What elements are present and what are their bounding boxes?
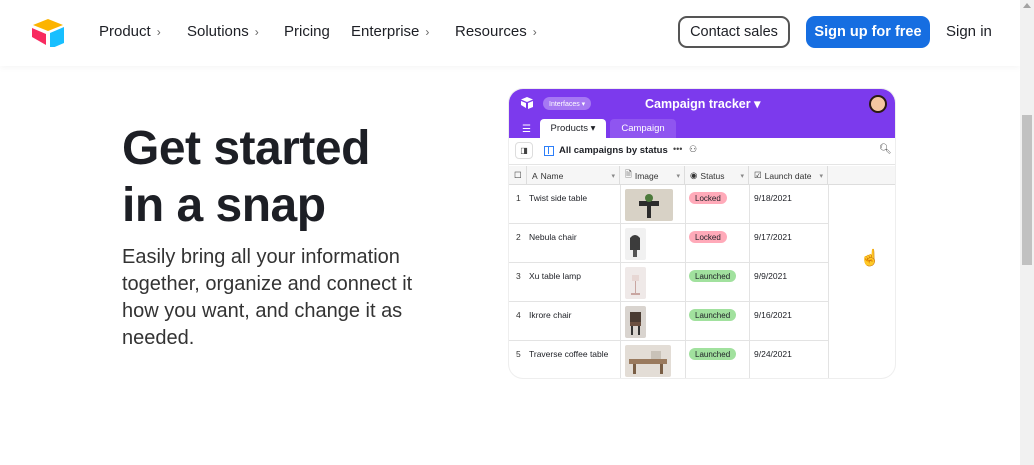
- product-image: [625, 228, 646, 260]
- row-number: 1: [516, 193, 521, 203]
- airtable-logo[interactable]: [30, 17, 66, 47]
- nav-resources-label: Resources: [455, 23, 527, 40]
- scroll-up-arrow-icon[interactable]: [1023, 3, 1031, 8]
- sidebar-toggle-icon: ◨: [515, 142, 533, 159]
- row-number: 4: [516, 310, 521, 320]
- row-number: 5: [516, 349, 521, 359]
- status-badge: Launched: [689, 348, 737, 360]
- chevron-right-icon: ›: [532, 24, 537, 39]
- more-icon: •••: [673, 144, 683, 154]
- product-image: [625, 306, 646, 338]
- table-row: 3 Xu table lamp Launched 9/9/2021: [509, 263, 828, 302]
- chevron-right-icon: ›: [156, 24, 161, 39]
- column-header-label: Launch date: [764, 170, 812, 181]
- mock-toolbar: ◨ All campaigns by status ••• ⚇ 🔍︎: [509, 138, 895, 165]
- column-header-name: A Name ▾: [527, 166, 620, 185]
- row-name: Nebula chair: [529, 232, 577, 242]
- nav-enterprise-label: Enterprise: [351, 23, 420, 40]
- caret-down-icon: ▾: [740, 172, 744, 180]
- grid-view-icon: [544, 146, 554, 156]
- nav-pricing-label: Pricing: [284, 23, 330, 40]
- avatar: [869, 95, 887, 113]
- row-date: 9/18/2021: [754, 193, 792, 203]
- nav-solutions[interactable]: Solutions ›: [187, 23, 259, 40]
- page-scrollbar[interactable]: [1020, 0, 1034, 465]
- row-number: 2: [516, 232, 521, 242]
- tab-products: Products ▾: [540, 119, 606, 138]
- caret-down-icon: ▾: [676, 172, 680, 180]
- column-header-label: Name: [540, 170, 564, 181]
- hero-headline-line2: in a snap: [122, 179, 326, 232]
- column-header-label: Image: [634, 170, 659, 181]
- airtable-logo-small: [521, 97, 533, 109]
- interfaces-pill: Interfaces ▾: [543, 97, 592, 110]
- row-name: Ikrore chair: [529, 310, 572, 320]
- grid-header: ☐ A Name ▾ 🗎 Image ▾ ◉ Status ▾ ☑ Launch…: [509, 166, 895, 267]
- row-date: 9/16/2021: [754, 310, 792, 320]
- hamburger-icon: ☰: [522, 124, 531, 135]
- text-field-icon: A: [532, 170, 538, 181]
- nav-solutions-label: Solutions: [187, 23, 249, 40]
- nav-enterprise[interactable]: Enterprise ›: [351, 23, 429, 40]
- scrollbar-thumb[interactable]: [1022, 115, 1032, 265]
- checkbox-header: ☐: [509, 166, 527, 185]
- nav-pricing[interactable]: Pricing: [284, 23, 330, 40]
- table-row: 1 Twist side table Locked 9/18/2021: [509, 185, 828, 224]
- hero-subtext: Easily bring all your information togeth…: [122, 246, 413, 349]
- row-date: 9/17/2021: [754, 232, 792, 242]
- top-nav: Product › Solutions › Pricing Enterprise…: [0, 0, 1020, 66]
- table-row: 4 Ikrore chair Launched 9/16/2021: [509, 302, 828, 341]
- sign-up-button[interactable]: Sign up for free: [806, 16, 930, 48]
- row-name: Xu table lamp: [529, 271, 581, 281]
- tab-campaign: Campaign: [610, 119, 676, 138]
- row-name: Twist side table: [529, 193, 588, 203]
- column-header-image: 🗎 Image ▾: [620, 166, 685, 185]
- mock-title: Campaign tracker ▾: [645, 97, 761, 111]
- view-name: All campaigns by status: [559, 145, 668, 156]
- status-badge: Locked: [689, 231, 727, 243]
- column-header-launch-date: ☑ Launch date ▾: [749, 166, 828, 185]
- chevron-right-icon: ›: [425, 24, 430, 39]
- row-number: 3: [516, 271, 521, 281]
- add-field-cursor-icon: ☝: [860, 250, 880, 267]
- row-date: 9/24/2021: [754, 349, 792, 359]
- nav-product-label: Product: [99, 23, 151, 40]
- status-badge: Launched: [689, 270, 737, 282]
- product-image: [625, 345, 671, 377]
- grid-divider: [828, 185, 829, 378]
- status-badge: Locked: [689, 192, 727, 204]
- column-header-label: Status: [700, 170, 725, 181]
- caret-down-icon: ▾: [819, 172, 823, 180]
- search-icon: 🔍︎: [879, 144, 892, 155]
- date-field-icon: ☑: [754, 170, 762, 180]
- caret-down-icon: ▾: [611, 172, 615, 180]
- hero-headline-line1: Get started: [122, 122, 370, 175]
- mock-header-bar: Interfaces ▾ Campaign tracker ▾ ☰ Produc…: [509, 89, 895, 138]
- attachment-field-icon: 🗎: [625, 168, 632, 179]
- hero-headline: Get started in a snap: [122, 120, 502, 234]
- people-icon: ⚇: [689, 144, 698, 154]
- product-screenshot: Interfaces ▾ Campaign tracker ▾ ☰ Produc…: [509, 89, 895, 378]
- table-row: 2 Nebula chair Locked 9/17/2021: [509, 224, 828, 263]
- product-image: [625, 189, 673, 221]
- select-field-icon: ◉: [690, 170, 698, 180]
- nav-resources[interactable]: Resources ›: [455, 23, 537, 40]
- status-badge: Launched: [689, 309, 737, 321]
- row-date: 9/9/2021: [754, 271, 788, 281]
- row-name: Traverse coffee table: [529, 349, 609, 359]
- contact-sales-button[interactable]: Contact sales: [678, 16, 790, 48]
- nav-product[interactable]: Product ›: [99, 23, 161, 40]
- product-image: [625, 267, 646, 299]
- chevron-right-icon: ›: [254, 24, 259, 39]
- sign-in-link[interactable]: Sign in: [946, 23, 992, 40]
- table-row: 5 Traverse coffee table Launched 9/24/20…: [509, 341, 828, 378]
- column-header-status: ◉ Status ▾: [685, 166, 749, 185]
